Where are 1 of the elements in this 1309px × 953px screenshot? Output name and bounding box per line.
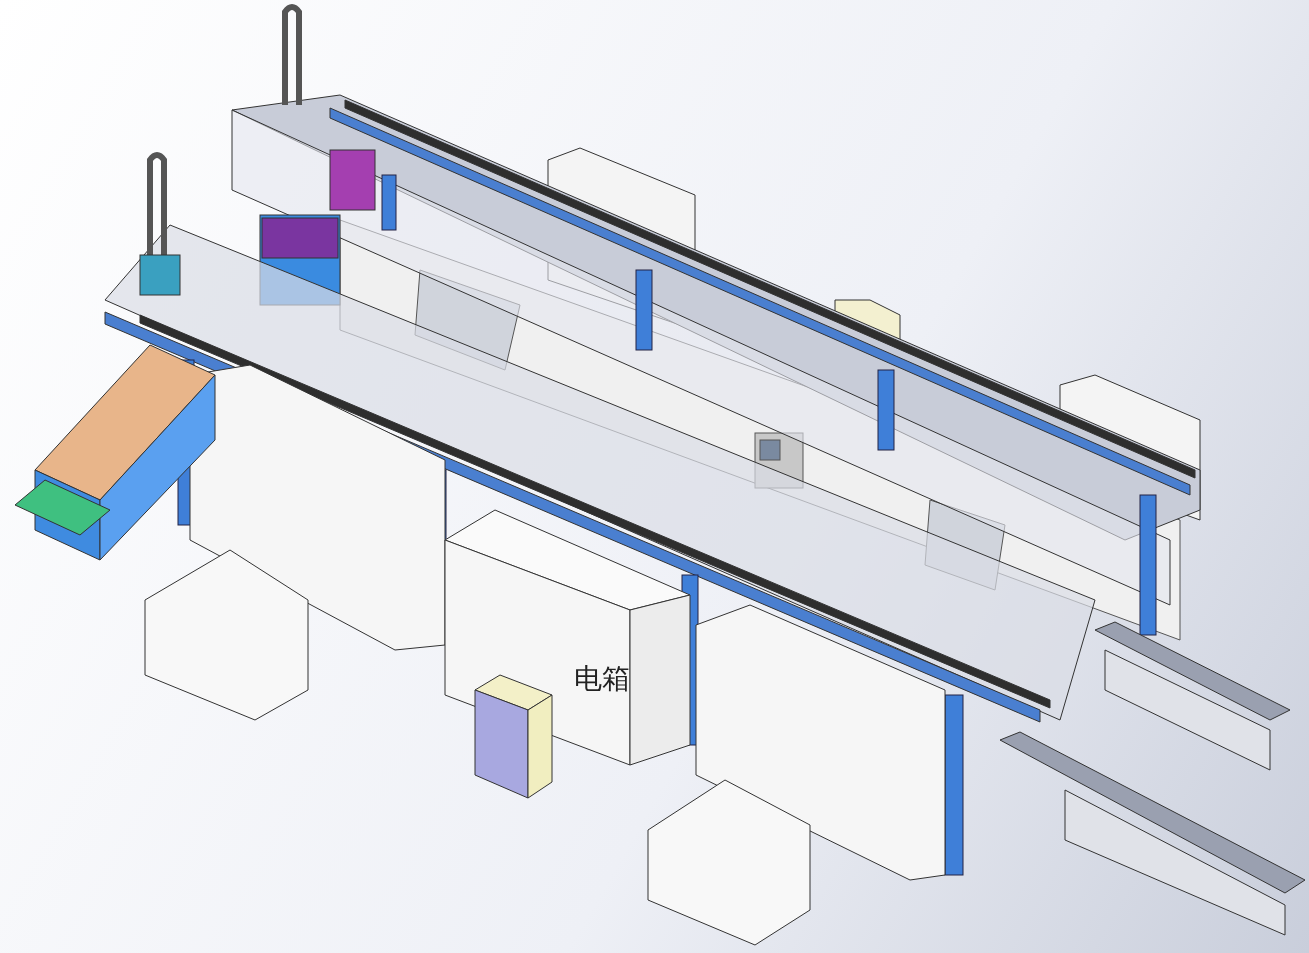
cabinet-label: 电箱 bbox=[574, 662, 630, 695]
